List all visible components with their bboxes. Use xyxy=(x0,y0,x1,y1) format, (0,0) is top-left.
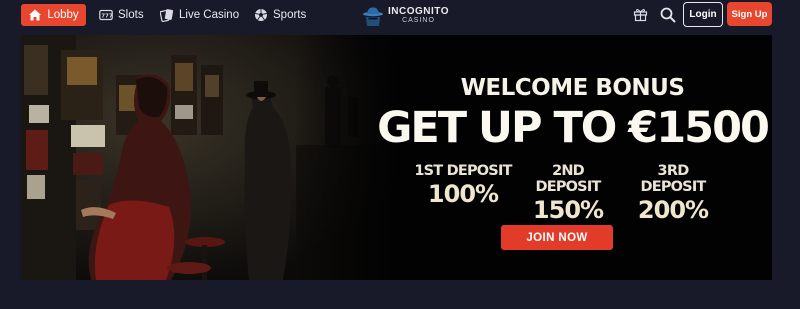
signup-button[interactable]: Sign Up xyxy=(727,2,772,26)
nav-lobby-label: Lobby xyxy=(47,9,79,21)
soccer-ball-icon xyxy=(255,9,267,21)
top-nav: Lobby 777 Slots Live Casino Sports INCOG… xyxy=(0,0,800,30)
nav-sports[interactable]: Sports xyxy=(254,4,306,26)
deposit-percent: 100% xyxy=(427,180,499,208)
nav-slots[interactable]: 777 Slots xyxy=(99,4,144,26)
logo-name: INCOGNITO xyxy=(388,6,449,17)
deposit-label: 1ST DEPOSIT xyxy=(414,163,512,179)
logo-subtitle: CASINO xyxy=(402,17,435,24)
svg-text:777: 777 xyxy=(101,14,113,20)
slot-machine-icon: 777 xyxy=(99,9,113,21)
deposit-tier: 2ND DEPOSIT 150% xyxy=(518,163,618,224)
deposit-percent: 200% xyxy=(637,196,709,224)
promo-headline: GET UP TO €1500 xyxy=(377,103,770,153)
home-icon xyxy=(29,9,42,21)
search-icon[interactable] xyxy=(660,7,676,23)
nav-slots-label: Slots xyxy=(118,9,144,21)
promo-welcome-title: WELCOME BONUS xyxy=(460,75,685,101)
join-now-button[interactable]: JOIN NOW xyxy=(501,225,613,250)
nav-live-casino[interactable]: Live Casino xyxy=(160,4,239,26)
welcome-bonus-banner[interactable]: WELCOME BONUS GET UP TO €1500 1ST DEPOSI… xyxy=(21,35,772,280)
deposit-percent: 150% xyxy=(532,196,604,224)
casino-scene-image xyxy=(21,35,401,280)
deposit-label: 2ND DEPOSIT xyxy=(535,163,601,195)
nav-live-casino-label: Live Casino xyxy=(179,9,240,21)
nav-sports-label: Sports xyxy=(273,9,307,21)
deposit-tier: 1ST DEPOSIT 100% xyxy=(413,163,513,224)
spy-hat-icon xyxy=(363,7,383,26)
login-button[interactable]: Login xyxy=(683,2,723,27)
cards-icon xyxy=(160,9,174,22)
deposit-label: 3RD DEPOSIT xyxy=(640,163,706,195)
incognito-casino-logo[interactable]: INCOGNITO CASINO xyxy=(362,4,449,28)
deposit-tier: 3RD DEPOSIT 200% xyxy=(623,163,723,224)
promo-content: WELCOME BONUS GET UP TO €1500 1ST DEPOSI… xyxy=(373,35,772,280)
gift-icon[interactable] xyxy=(633,7,648,22)
nav-lobby[interactable]: Lobby xyxy=(21,4,86,26)
deposit-tiers: 1ST DEPOSIT 100% 2ND DEPOSIT 150% 3RD DE… xyxy=(413,163,723,224)
